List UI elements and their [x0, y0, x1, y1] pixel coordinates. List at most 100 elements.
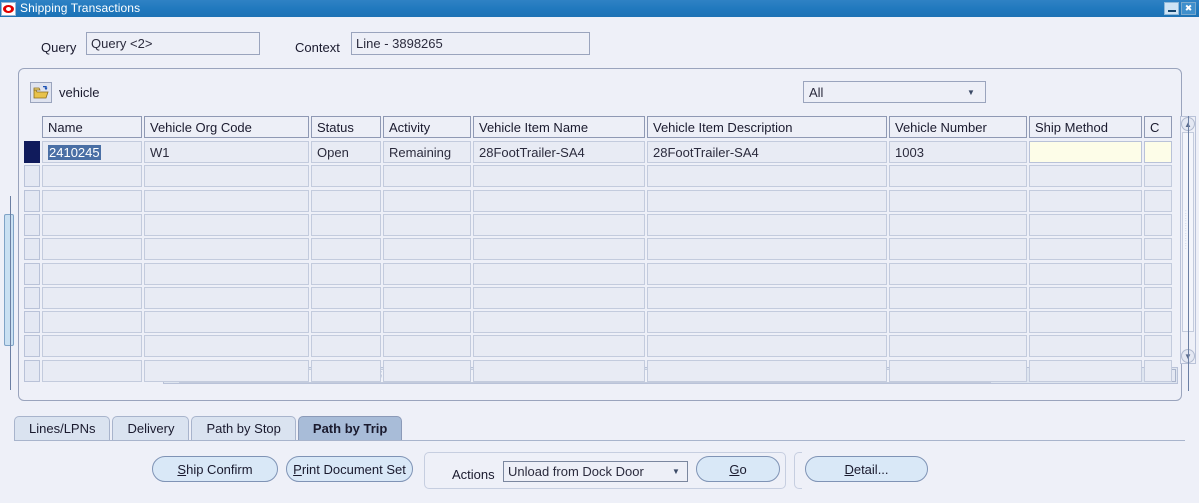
grid-cell[interactable] — [473, 359, 645, 382]
grid-column-header[interactable]: Vehicle Item Name — [473, 116, 645, 138]
grid-cell[interactable] — [1029, 311, 1142, 334]
row-selector[interactable] — [24, 359, 40, 382]
grid-cell[interactable] — [1029, 262, 1142, 285]
grid-cell[interactable] — [647, 238, 887, 261]
grid-cell[interactable] — [144, 335, 309, 358]
actions-dropdown[interactable]: Unload from Dock Door ▼ — [503, 461, 688, 482]
grid-cell[interactable]: 28FootTrailer-SA4 — [647, 141, 887, 163]
minimize-button[interactable] — [1164, 2, 1179, 15]
grid-cell[interactable] — [1029, 335, 1142, 358]
grid-cell[interactable] — [1144, 311, 1172, 334]
grid-cell[interactable] — [647, 286, 887, 309]
grid-cell[interactable] — [42, 311, 142, 334]
grid-cell[interactable] — [1029, 189, 1142, 212]
grid-column-header[interactable]: Status — [311, 116, 381, 138]
grid-cell[interactable] — [311, 311, 381, 334]
grid-cell[interactable] — [144, 311, 309, 334]
grid-column-header[interactable]: Name — [42, 116, 142, 138]
detail-button[interactable]: Detail... — [805, 456, 928, 482]
grid-cell[interactable] — [1144, 359, 1172, 382]
grid-row[interactable] — [24, 238, 1174, 262]
grid-cell[interactable]: Remaining — [383, 141, 471, 163]
grid-row[interactable] — [24, 311, 1174, 335]
grid-row[interactable] — [24, 335, 1174, 359]
grid-cell[interactable] — [311, 238, 381, 261]
ship-confirm-button[interactable]: Ship Confirm — [152, 456, 278, 482]
grid-cell[interactable] — [144, 213, 309, 236]
grid-cell[interactable] — [144, 359, 309, 382]
grid-cell[interactable] — [1029, 286, 1142, 309]
grid-cell[interactable] — [42, 238, 142, 261]
grid-cell[interactable] — [647, 262, 887, 285]
grid-cell[interactable] — [1144, 262, 1172, 285]
row-selector[interactable] — [24, 262, 40, 285]
go-button[interactable]: Go — [696, 456, 780, 482]
grid-cell[interactable]: W1 — [144, 141, 309, 163]
grid-column-header[interactable]: Vehicle Item Description — [647, 116, 887, 138]
grid-cell[interactable] — [473, 262, 645, 285]
grid-cell[interactable]: Open — [311, 141, 381, 163]
grid-row[interactable] — [24, 165, 1174, 189]
row-selector[interactable] — [24, 141, 40, 163]
grid-cell[interactable] — [383, 238, 471, 261]
row-selector[interactable] — [24, 311, 40, 334]
grid-cell[interactable] — [889, 238, 1027, 261]
grid-cell[interactable] — [311, 286, 381, 309]
grid-cell[interactable] — [647, 189, 887, 212]
grid-cell[interactable] — [311, 165, 381, 188]
grid-cell[interactable]: 2410245 — [42, 141, 142, 163]
grid-cell[interactable] — [647, 359, 887, 382]
grid-cell[interactable] — [144, 189, 309, 212]
grid-cell[interactable] — [1144, 189, 1172, 212]
grid-cell[interactable] — [1144, 286, 1172, 309]
grid-cell[interactable] — [889, 359, 1027, 382]
open-folder-icon[interactable] — [30, 82, 52, 103]
grid-cell[interactable] — [473, 238, 645, 261]
grid-cell[interactable] — [383, 359, 471, 382]
row-selector[interactable] — [24, 165, 40, 188]
grid-cell[interactable] — [311, 359, 381, 382]
grid-cell[interactable] — [383, 165, 471, 188]
grid-cell[interactable] — [1029, 359, 1142, 382]
grid-cell[interactable] — [1144, 165, 1172, 188]
grid-cell[interactable] — [889, 335, 1027, 358]
grid-cell[interactable] — [889, 189, 1027, 212]
grid-cell[interactable] — [383, 213, 471, 236]
grid-cell[interactable] — [1029, 141, 1142, 163]
row-selector[interactable] — [24, 238, 40, 261]
close-button[interactable]: ✖ — [1181, 2, 1196, 15]
grid-cell[interactable] — [1144, 141, 1172, 163]
grid-cell[interactable] — [42, 335, 142, 358]
panel-scroll-indicator[interactable] — [4, 214, 14, 346]
grid-cell[interactable] — [1144, 335, 1172, 358]
tab-lines-lpns[interactable]: Lines/LPNs — [14, 416, 111, 440]
grid-cell[interactable] — [144, 238, 309, 261]
filter-dropdown[interactable]: All ▼ — [803, 81, 986, 103]
print-document-set-button[interactable]: Print Document Set — [286, 456, 413, 482]
grid-cell[interactable] — [889, 262, 1027, 285]
grid-cell[interactable] — [473, 189, 645, 212]
tab-path-by-trip[interactable]: Path by Trip — [297, 416, 403, 440]
grid-column-header[interactable]: Vehicle Number — [889, 116, 1027, 138]
grid-column-header[interactable]: Activity — [383, 116, 471, 138]
grid-cell[interactable]: 28FootTrailer-SA4 — [473, 141, 645, 163]
grid-cell[interactable] — [42, 286, 142, 309]
grid-cell[interactable] — [889, 165, 1027, 188]
grid-cell[interactable] — [383, 286, 471, 309]
context-field[interactable]: Line - 3898265 — [351, 32, 590, 55]
grid-cell[interactable] — [889, 311, 1027, 334]
grid-cell[interactable] — [473, 165, 645, 188]
grid-cell[interactable] — [1029, 213, 1142, 236]
grid-cell[interactable] — [383, 189, 471, 212]
grid-cell[interactable] — [647, 311, 887, 334]
grid-cell[interactable] — [889, 213, 1027, 236]
grid-cell[interactable] — [473, 335, 645, 358]
grid-cell[interactable] — [311, 189, 381, 212]
grid-cell[interactable] — [1029, 165, 1142, 188]
grid-cell[interactable] — [1144, 238, 1172, 261]
grid-cell[interactable] — [42, 165, 142, 188]
row-selector[interactable] — [24, 189, 40, 212]
grid-row[interactable] — [24, 262, 1174, 287]
grid-cell[interactable]: 1003 — [889, 141, 1027, 163]
grid-column-header[interactable]: C — [1144, 116, 1172, 138]
